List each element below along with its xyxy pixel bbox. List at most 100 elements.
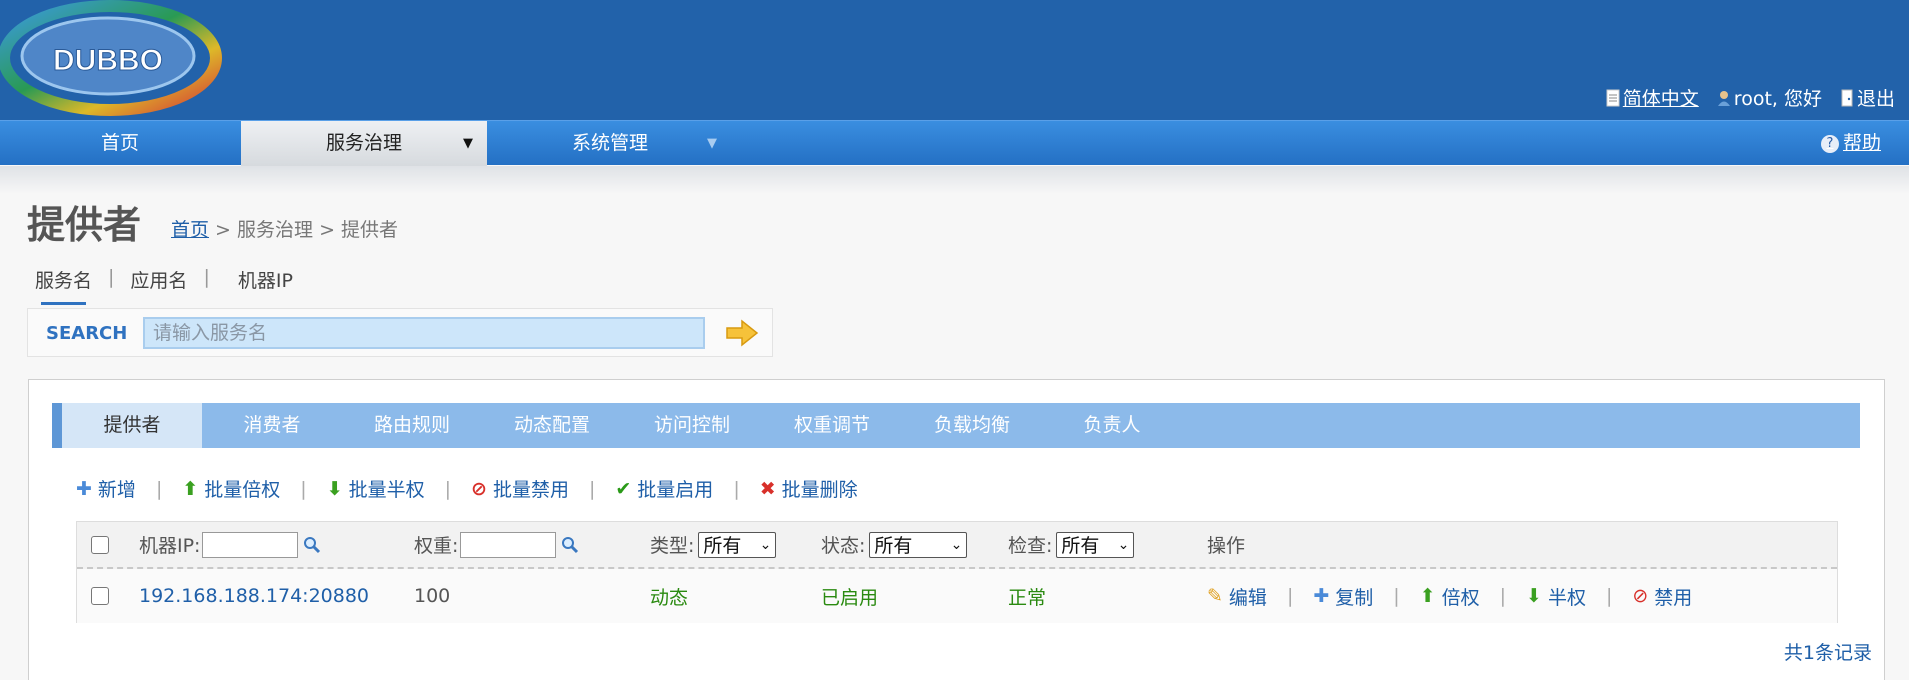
status-filter-cell: 状态: 所有 ⌄ xyxy=(821,522,968,567)
page-title: 提供者 xyxy=(27,203,142,247)
check-icon: ✔ xyxy=(615,477,632,500)
providers-panel: 提供者 消费者 路由规则 动态配置 访问控制 权重调节 负载均衡 负责人 ✚ 新… xyxy=(28,379,1885,680)
provider-status: 已启用 xyxy=(821,586,879,609)
status-select-value: 所有 xyxy=(874,535,913,557)
language-link[interactable]: 简体中文 xyxy=(1606,84,1699,111)
nav-home-label: 首页 xyxy=(100,132,139,154)
batch-enable-button[interactable]: ✔ 批量启用 xyxy=(615,475,713,502)
x-icon: ✖ xyxy=(759,477,776,500)
help-label: 帮助 xyxy=(1842,132,1881,154)
arrow-down-icon: ⬇ xyxy=(326,477,343,500)
tab-weight[interactable]: 权重调节 xyxy=(762,403,902,448)
tab-dynamic-config[interactable]: 动态配置 xyxy=(482,403,622,448)
double-weight-button[interactable]: ⬆ 倍权 xyxy=(1420,583,1480,610)
weight-column-label: 权重: xyxy=(414,535,459,557)
dubbo-logo[interactable]: DUBBO xyxy=(0,0,225,118)
panel-tabbar: 提供者 消费者 路由规则 动态配置 访问控制 权重调节 负载均衡 负责人 xyxy=(52,403,1860,448)
edit-button[interactable]: ✎ 编辑 xyxy=(1207,583,1267,610)
copy-label: 复制 xyxy=(1335,586,1374,609)
ban-icon: ⊘ xyxy=(1632,585,1649,607)
check-select-value: 所有 xyxy=(1061,535,1100,557)
search-tabs: 服务名 | 应用名 | 机器IP xyxy=(35,266,293,305)
logout-label: 退出 xyxy=(1856,88,1895,110)
breadcrumb-home[interactable]: 首页 xyxy=(171,219,209,241)
caret-down-icon: ▼ xyxy=(463,136,473,151)
user-icon xyxy=(1717,90,1730,106)
tab-access-control[interactable]: 访问控制 xyxy=(622,403,762,448)
action-separator: | xyxy=(1499,585,1507,607)
nav-item-system-admin[interactable]: 系统管理 ▼ xyxy=(487,121,733,166)
weight-filter-input[interactable] xyxy=(460,531,557,558)
status-column-label: 状态: xyxy=(821,535,866,557)
type-filter-cell: 类型: 所有 ⌄ xyxy=(650,522,777,567)
batch-delete-label: 批量删除 xyxy=(781,479,858,501)
provider-weight: 100 xyxy=(414,585,451,607)
row-checkbox[interactable] xyxy=(91,587,109,605)
batch-half-weight-button[interactable]: ⬇ 批量半权 xyxy=(327,475,425,502)
search-input[interactable] xyxy=(143,317,705,349)
table-header: 机器IP: 权重: 类型: 所有 ⌄ 状态: 所有 ⌄ 检查: 所有 ⌄ 操作 xyxy=(77,522,1837,569)
actions-column: 操作 xyxy=(1207,522,1245,567)
check-select[interactable]: 所有 ⌄ xyxy=(1056,531,1135,558)
type-select[interactable]: 所有 ⌄ xyxy=(698,531,777,558)
row-select-cell xyxy=(91,569,109,623)
arrow-down-icon: ⬇ xyxy=(1526,585,1542,607)
chevron-down-icon: ⌄ xyxy=(1117,536,1130,553)
search-tab-service[interactable]: 服务名 xyxy=(35,266,92,305)
plus-icon: ✚ xyxy=(76,477,92,500)
nav-service-label: 服务治理 xyxy=(325,132,402,154)
search-tab-ip[interactable]: 机器IP xyxy=(238,266,293,293)
main-nav: 首页 服务治理 ▼ 系统管理 ▼ ? 帮助 xyxy=(0,120,1909,166)
toolbar-separator: | xyxy=(155,477,163,500)
add-button[interactable]: ✚ 新增 xyxy=(76,475,136,502)
tab-consumers[interactable]: 消费者 xyxy=(202,403,342,448)
status-select[interactable]: 所有 ⌄ xyxy=(869,531,968,558)
action-separator: | xyxy=(1393,585,1400,607)
tab-providers[interactable]: 提供者 xyxy=(62,403,202,448)
tab-owner[interactable]: 负责人 xyxy=(1042,403,1182,448)
search-tab-app[interactable]: 应用名 xyxy=(130,266,187,293)
type-column-label: 类型: xyxy=(650,535,695,557)
toolbar-separator: | xyxy=(588,477,596,500)
provider-type: 动态 xyxy=(650,586,689,609)
nav-item-home[interactable]: 首页 xyxy=(0,121,240,166)
caret-down-icon: ▼ xyxy=(707,136,717,151)
breadcrumb-sep: > xyxy=(209,219,238,241)
batch-disable-button[interactable]: ⊘ 批量禁用 xyxy=(471,475,569,502)
search-icon[interactable] xyxy=(560,535,580,555)
ip-filter-input[interactable] xyxy=(202,531,299,558)
help-link[interactable]: ? 帮助 xyxy=(1820,121,1881,166)
batch-half-label: 批量半权 xyxy=(348,479,425,501)
ip-filter-cell: 机器IP: xyxy=(139,522,322,567)
half-weight-button[interactable]: ⬇ 半权 xyxy=(1526,583,1586,610)
nav-item-service-governance[interactable]: 服务治理 ▼ xyxy=(241,121,487,166)
logout-link[interactable]: 退出 xyxy=(1840,84,1895,111)
batch-delete-button[interactable]: ✖ 批量删除 xyxy=(760,475,858,502)
disable-label: 禁用 xyxy=(1654,586,1693,609)
tab-load-balance[interactable]: 负载均衡 xyxy=(902,403,1042,448)
search-icon[interactable] xyxy=(302,535,322,555)
action-separator: | xyxy=(1605,585,1613,607)
select-all-checkbox[interactable] xyxy=(91,535,109,554)
provider-check: 正常 xyxy=(1008,586,1047,609)
tab-routes[interactable]: 路由规则 xyxy=(342,403,482,448)
batch-double-weight-button[interactable]: ⬆ 批量倍权 xyxy=(182,475,280,502)
nav-shadow xyxy=(0,166,1909,194)
chevron-down-icon: ⌄ xyxy=(759,536,772,553)
arrow-right-icon[interactable] xyxy=(725,319,759,347)
disable-button[interactable]: ⊘ 禁用 xyxy=(1632,583,1692,610)
providers-table: 机器IP: 权重: 类型: 所有 ⌄ 状态: 所有 ⌄ 检查: 所有 ⌄ 操作 … xyxy=(76,521,1838,623)
batch-double-label: 批量倍权 xyxy=(204,479,281,501)
action-separator: | xyxy=(1286,585,1294,607)
edit-label: 编辑 xyxy=(1228,586,1267,609)
batch-toolbar: ✚ 新增 | ⬆ 批量倍权 | ⬇ 批量半权 | ⊘ 批量禁用 | ✔ 批量启用… xyxy=(76,475,858,502)
provider-address-link[interactable]: 192.168.188.174:20880 xyxy=(139,569,369,623)
toolbar-separator: | xyxy=(733,477,740,500)
greeting-label: root, 您好 xyxy=(1733,88,1822,110)
breadcrumb-section: 服务治理 xyxy=(237,219,314,241)
copy-button[interactable]: ✚ 复制 xyxy=(1313,583,1373,610)
user-links: 简体中文 root, 您好 退出 xyxy=(1606,84,1909,111)
toolbar-separator: | xyxy=(444,477,452,500)
search-box: SEARCH xyxy=(27,308,773,357)
check-column-label: 检查: xyxy=(1008,535,1053,557)
